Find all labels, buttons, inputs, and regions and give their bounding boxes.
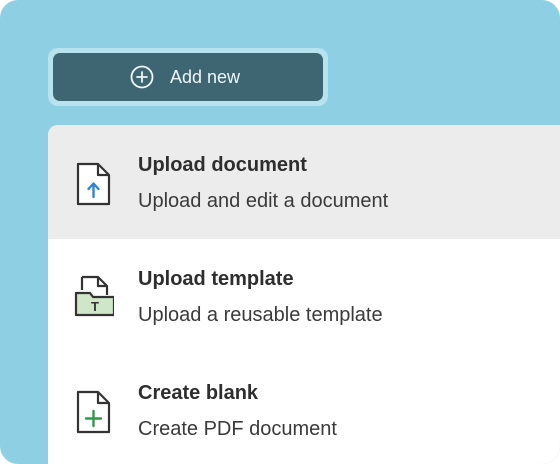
menu-item-title: Upload document [138, 154, 307, 176]
menu-item-description: Create PDF document [138, 418, 337, 440]
plus-circle-icon [130, 65, 154, 89]
add-new-label: Add new [170, 67, 241, 87]
add-new-button[interactable]: Add new [53, 53, 323, 101]
menu-item-title: Create blank [138, 382, 259, 404]
svg-text:T: T [91, 299, 99, 314]
menu-item-description: Upload a reusable template [138, 304, 383, 326]
template-folder-icon: T [74, 275, 114, 317]
menu-item-upload-template[interactable]: T Upload template Upload a reusable temp… [48, 239, 560, 353]
add-new-button-focus-ring: Add new [48, 48, 328, 106]
menu-item-title: Upload template [138, 268, 294, 290]
menu-item-create-blank[interactable]: Create blank Create PDF document [48, 353, 560, 464]
background-panel: Add new Upload document Upload and edit … [0, 0, 560, 464]
menu-item-description: Upload and edit a document [138, 190, 389, 212]
menu-item-upload-document[interactable]: Upload document Upload and edit a docume… [48, 125, 560, 239]
blank-document-plus-icon [76, 390, 111, 434]
add-new-dropdown-menu: Upload document Upload and edit a docume… [48, 125, 560, 464]
upload-document-icon [76, 162, 111, 206]
